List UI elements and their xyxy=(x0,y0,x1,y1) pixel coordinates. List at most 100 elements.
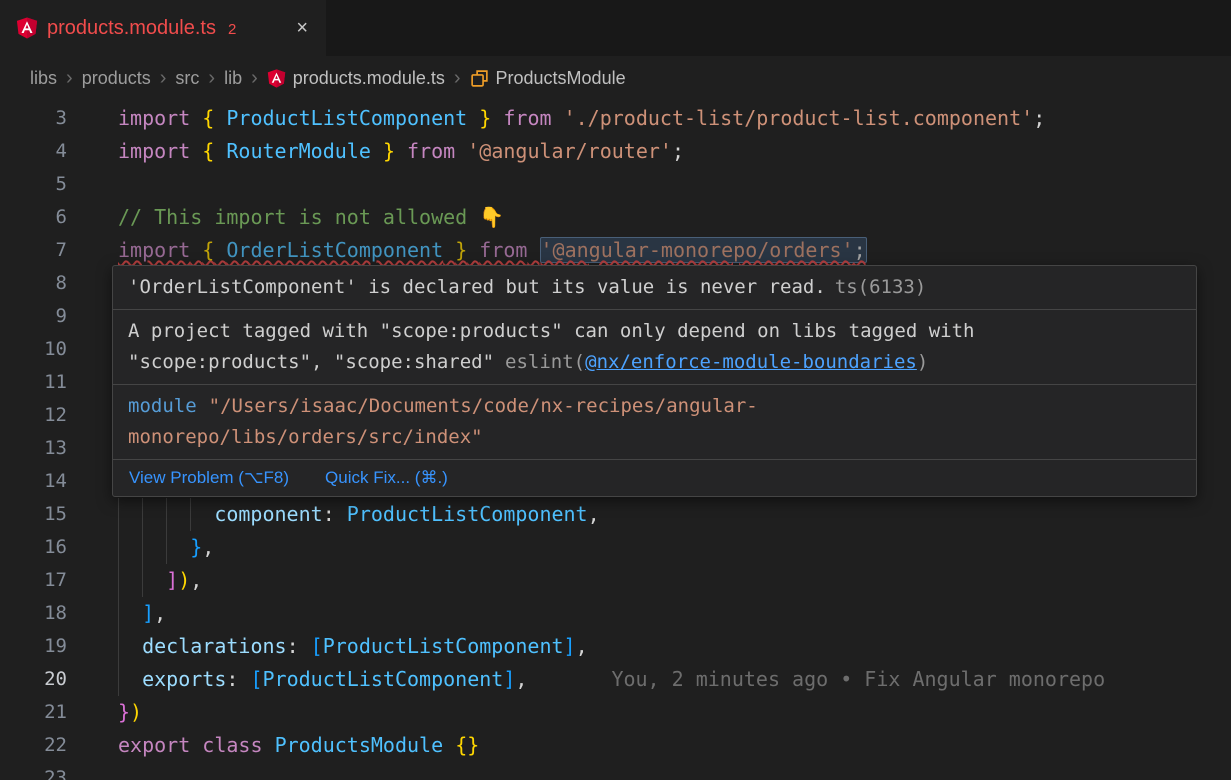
angular-icon xyxy=(267,69,286,88)
code-line[interactable]: 21}) xyxy=(0,696,1231,729)
line-number[interactable]: 4 xyxy=(0,135,100,168)
line-content: declarations: [ProductListComponent], xyxy=(100,630,588,663)
code-token xyxy=(190,106,202,130)
code-token: component xyxy=(214,502,322,526)
line-number[interactable]: 11 xyxy=(0,366,100,399)
tab-bar: products.module.ts 2 × xyxy=(0,0,1231,56)
indent-guide xyxy=(118,531,142,564)
line-number[interactable]: 5 xyxy=(0,168,100,201)
code-token xyxy=(491,106,503,130)
eslint-message-line-1: A project tagged with "scope:products" c… xyxy=(128,316,1181,347)
line-number[interactable]: 18 xyxy=(0,597,100,630)
line-number[interactable]: 20 xyxy=(0,663,100,696)
line-number[interactable]: 13 xyxy=(0,432,100,465)
code-token xyxy=(552,106,564,130)
line-number[interactable]: 9 xyxy=(0,300,100,333)
code-line[interactable]: 16}, xyxy=(0,531,1231,564)
breadcrumb-label: lib xyxy=(224,68,242,89)
code-token xyxy=(395,139,407,163)
line-number[interactable]: 21 xyxy=(0,696,100,729)
code-token: { xyxy=(202,139,214,163)
line-number[interactable]: 16 xyxy=(0,531,100,564)
line-number[interactable]: 6 xyxy=(0,201,100,234)
code-token: import xyxy=(118,238,190,262)
breadcrumb-item-productsmodule[interactable]: ProductsModule xyxy=(470,68,626,89)
angular-icon xyxy=(16,17,38,39)
ts-diagnostic: 'OrderListComponent' is declared but its… xyxy=(113,266,1196,309)
line-number[interactable]: 10 xyxy=(0,333,100,366)
line-number[interactable]: 7 xyxy=(0,234,100,267)
code-token: } xyxy=(479,106,491,130)
code-token: ) xyxy=(178,568,190,592)
code-token: class xyxy=(202,733,262,757)
breadcrumb-item-src[interactable]: src xyxy=(175,68,199,89)
line-number[interactable]: 12 xyxy=(0,399,100,432)
code-line[interactable]: 20exports: [ProductListComponent],You, 2… xyxy=(0,663,1231,696)
tab-title: products.module.ts xyxy=(47,17,216,40)
code-line[interactable]: 3import { ProductListComponent } from '.… xyxy=(0,102,1231,135)
code-line[interactable]: 23 xyxy=(0,762,1231,780)
code-line[interactable]: 15component: ProductListComponent, xyxy=(0,498,1231,531)
hover-tooltip: 'OrderListComponent' is declared but its… xyxy=(112,265,1197,497)
indent-guide xyxy=(118,564,142,597)
breadcrumb-label: products xyxy=(82,68,151,89)
code-token xyxy=(371,139,383,163)
line-number[interactable]: 19 xyxy=(0,630,100,663)
code-line[interactable]: 5 xyxy=(0,168,1231,201)
view-problem-action[interactable]: View Problem (⌥F8) xyxy=(129,468,289,488)
chevron-right-icon: › xyxy=(151,68,176,88)
line-content: component: ProductListComponent, xyxy=(100,498,600,531)
line-number[interactable]: 3 xyxy=(0,102,100,135)
line-number[interactable]: 15 xyxy=(0,498,100,531)
code-token: OrderListComponent xyxy=(226,238,443,262)
line-number[interactable]: 14 xyxy=(0,465,100,498)
breadcrumb-item-libs[interactable]: libs xyxy=(30,68,57,89)
breadcrumb-item-products-module-ts[interactable]: products.module.ts xyxy=(267,68,445,89)
close-tab-icon[interactable]: × xyxy=(294,17,310,40)
eslint-rule-link[interactable]: @nx/enforce-module-boundaries xyxy=(585,351,917,373)
code-token: } xyxy=(190,535,202,559)
code-token xyxy=(527,238,539,262)
chevron-right-icon: › xyxy=(57,68,82,88)
tab-products-module-ts[interactable]: products.module.ts 2 × xyxy=(0,0,326,56)
line-number[interactable]: 17 xyxy=(0,564,100,597)
code-token: : xyxy=(226,667,250,691)
code-line[interactable]: 6// This import is not allowed 👇 xyxy=(0,201,1231,234)
code-line[interactable]: 18], xyxy=(0,597,1231,630)
module-keyword: module xyxy=(128,395,197,417)
line-number[interactable]: 22 xyxy=(0,729,100,762)
code-token: , xyxy=(154,601,166,625)
line-content: ], xyxy=(100,597,166,630)
code-line[interactable]: 7import { OrderListComponent } from '@an… xyxy=(0,234,1231,267)
module-path-line-1: "/Users/isaac/Documents/code/nx-recipes/… xyxy=(209,395,758,417)
problems-count-badge: 2 xyxy=(228,18,236,38)
line-content: ]), xyxy=(100,564,202,597)
code-line[interactable]: 22export class ProductsModule {} xyxy=(0,729,1231,762)
line-number[interactable]: 8 xyxy=(0,267,100,300)
class-symbol-icon xyxy=(470,69,489,88)
code-token: declarations xyxy=(142,634,287,658)
highlighted-range: '@angular-monorepo/orders'; xyxy=(540,237,867,263)
code-line[interactable]: 4import { RouterModule } from '@angular/… xyxy=(0,135,1231,168)
blame-annotation: You, 2 minutes ago • Fix Angular monorep… xyxy=(611,667,1105,691)
code-token: ] xyxy=(142,601,154,625)
code-token: ] xyxy=(503,667,515,691)
code-token: export xyxy=(118,733,190,757)
eslint-source: eslint(@nx/enforce-module-boundaries) xyxy=(505,351,928,373)
code-line[interactable]: 17]), xyxy=(0,564,1231,597)
indent-guide xyxy=(190,498,214,531)
code-token: ; xyxy=(854,238,866,262)
code-token: ; xyxy=(672,139,684,163)
code-token: RouterModule xyxy=(226,139,371,163)
quick-fix-action[interactable]: Quick Fix... (⌘.) xyxy=(325,468,448,488)
breadcrumb-item-lib[interactable]: lib xyxy=(224,68,242,89)
code-token xyxy=(190,733,202,757)
code-token: { xyxy=(202,238,214,262)
line-number[interactable]: 23 xyxy=(0,762,100,780)
code-token xyxy=(214,238,226,262)
code-token: } xyxy=(455,238,467,262)
code-line[interactable]: 19declarations: [ProductListComponent], xyxy=(0,630,1231,663)
code-token: [ xyxy=(250,667,262,691)
breadcrumb-item-products[interactable]: products xyxy=(82,68,151,89)
code-token: '@angular/router' xyxy=(467,139,672,163)
